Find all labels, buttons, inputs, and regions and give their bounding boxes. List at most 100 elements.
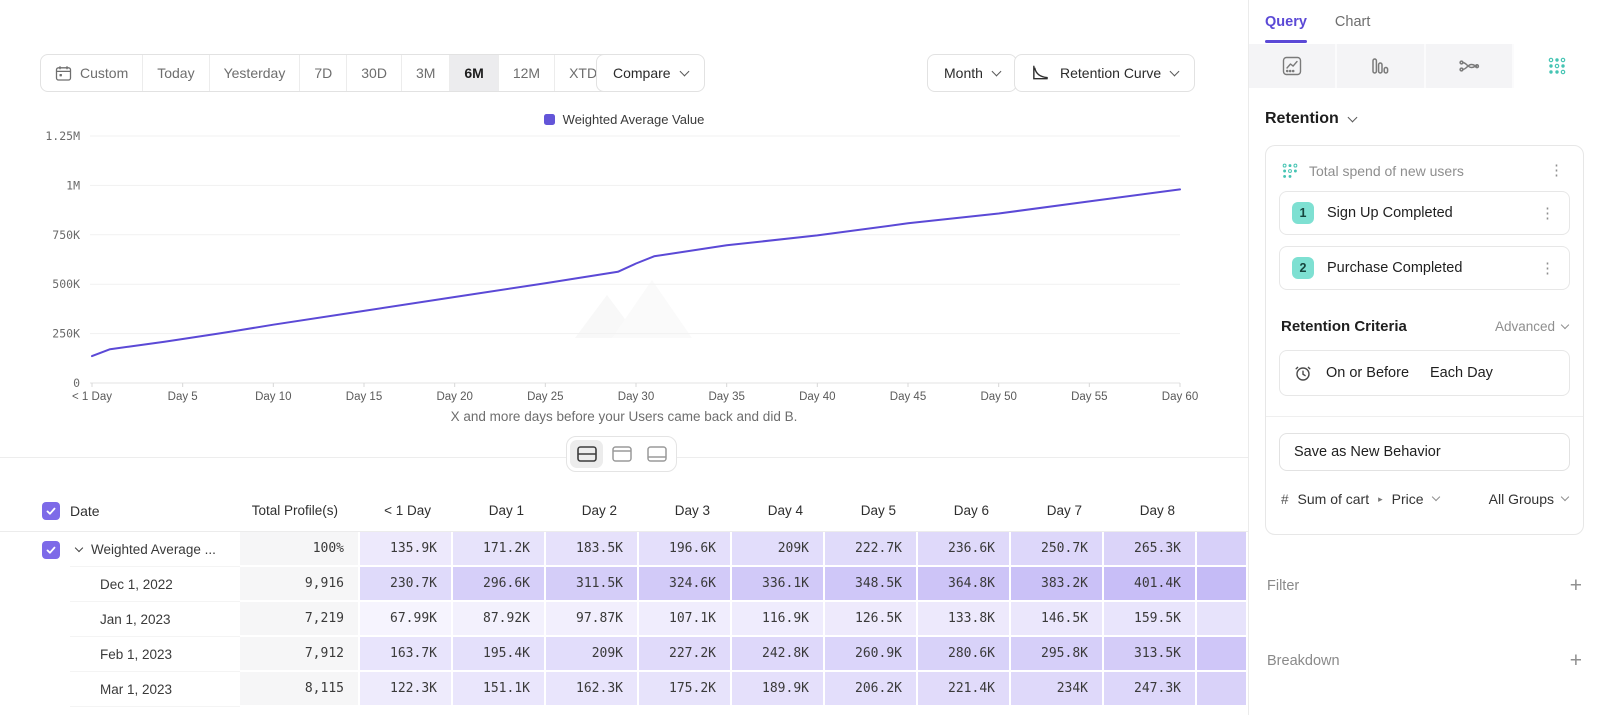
column-header-day-6[interactable]: Day 6 (918, 490, 1011, 531)
retention-value-cell[interactable]: 242.8K (732, 637, 825, 672)
step-sign-up-completed[interactable]: 1 Sign Up Completed ⋮ (1279, 191, 1570, 235)
insights-report-button[interactable] (1249, 44, 1337, 88)
retention-value-cell[interactable]: 250.7K (1011, 532, 1104, 567)
total-profiles-cell[interactable]: 8,115 (240, 672, 360, 707)
retention-value-cell[interactable]: 171.2K (453, 532, 546, 567)
column-header-date[interactable]: Date (70, 490, 240, 531)
chart-legend[interactable]: Weighted Average Value (0, 112, 1248, 127)
column-header-day-5[interactable]: Day 5 (825, 490, 918, 531)
total-profiles-cell[interactable]: 7,219 (240, 602, 360, 637)
step-purchase-completed[interactable]: 2 Purchase Completed ⋮ (1279, 246, 1570, 290)
retention-value-cell[interactable]: 401.4K (1104, 567, 1197, 602)
retention-value-cell[interactable]: 336.1K (732, 567, 825, 602)
range-yesterday[interactable]: Yesterday (210, 55, 301, 91)
measure-property[interactable]: Sum of cart (1298, 491, 1370, 507)
column-header-day-2[interactable]: Day 2 (546, 490, 639, 531)
table-row[interactable]: Weighted Average ...100%135.9K171.2K183.… (0, 532, 1248, 567)
retention-value-cell[interactable]: 163.7K (360, 637, 453, 672)
range-today[interactable]: Today (143, 55, 209, 91)
retention-value-cell[interactable]: 348.5K (825, 567, 918, 602)
row-checkbox[interactable] (42, 541, 60, 559)
row-date-cell[interactable]: Dec 1, 2022 (70, 567, 240, 602)
row-date-cell[interactable]: Feb 1, 2023 (70, 637, 240, 672)
table-row[interactable]: Jan 1, 20237,21967.99K87.92K97.87K107.1K… (0, 602, 1248, 637)
table-view-button[interactable] (640, 440, 673, 468)
row-date-cell[interactable]: Jan 1, 2023 (70, 602, 240, 637)
behavior-menu-icon[interactable]: ⋮ (1545, 161, 1568, 180)
returning-frequency[interactable]: Each Day (1430, 365, 1493, 381)
total-profiles-cell[interactable]: 7,912 (240, 637, 360, 672)
range-12m[interactable]: 12M (499, 55, 555, 91)
range-6m[interactable]: 6M (450, 55, 498, 91)
retention-line-chart[interactable]: 1.25M1M750K500K250K0< 1 DayDay 5Day 10Da… (0, 128, 1248, 406)
retention-value-cell[interactable]: 196.6K (639, 532, 732, 567)
column-header-day-4[interactable]: Day 4 (732, 490, 825, 531)
table-row[interactable]: Dec 1, 20229,916230.7K296.6K311.5K324.6K… (0, 567, 1248, 602)
range-7d[interactable]: 7D (300, 55, 347, 91)
table-row[interactable]: Feb 1, 20237,912163.7K195.4K209K227.2K24… (0, 637, 1248, 672)
retention-value-cell[interactable]: 236.6K (918, 532, 1011, 567)
funnels-report-button[interactable] (1337, 44, 1425, 88)
granularity-dropdown[interactable]: Month (927, 54, 1017, 92)
column-header-day-8[interactable]: Day 8 (1104, 490, 1197, 531)
retention-value-cell-partial[interactable] (1197, 567, 1248, 602)
retention-value-cell[interactable]: 383.2K (1011, 567, 1104, 602)
retention-value-cell[interactable]: 324.6K (639, 567, 732, 602)
add-breakdown-icon[interactable]: + (1570, 650, 1582, 671)
column-header-day-7[interactable]: Day 7 (1011, 490, 1104, 531)
retention-value-cell-partial[interactable] (1197, 672, 1248, 707)
row-date-cell[interactable]: Mar 1, 2023 (70, 672, 240, 707)
total-profiles-cell[interactable]: 9,916 (240, 567, 360, 602)
criteria-mode-dropdown[interactable]: Advanced (1495, 319, 1568, 334)
retention-value-cell[interactable]: 151.1K (453, 672, 546, 707)
row-date-cell[interactable]: Weighted Average ... (70, 532, 240, 567)
retention-value-cell[interactable]: 247.3K (1104, 672, 1197, 707)
retention-value-cell[interactable]: 97.87K (546, 602, 639, 637)
retention-value-cell[interactable]: 175.2K (639, 672, 732, 707)
save-as-new-behavior-button[interactable]: Save as New Behavior (1279, 433, 1570, 471)
report-type-dropdown[interactable]: Retention (1265, 110, 1584, 128)
range-30d[interactable]: 30D (347, 55, 402, 91)
groups-dropdown[interactable]: All Groups (1489, 491, 1568, 507)
column-header-day-1[interactable]: Day 1 (453, 490, 546, 531)
expand-chevron-icon[interactable] (75, 544, 83, 552)
retention-value-cell[interactable]: 221.4K (918, 672, 1011, 707)
total-profiles-cell[interactable]: 100% (240, 532, 360, 567)
retention-value-cell[interactable]: 234K (1011, 672, 1104, 707)
retention-value-cell[interactable]: 209K (546, 637, 639, 672)
retention-value-cell[interactable]: 313.5K (1104, 637, 1197, 672)
retention-value-cell[interactable]: 107.1K (639, 602, 732, 637)
retention-value-cell-partial[interactable] (1197, 637, 1248, 672)
select-all-checkbox[interactable] (42, 502, 60, 520)
retention-value-cell[interactable]: 209K (732, 532, 825, 567)
retention-value-cell-partial[interactable] (1197, 602, 1248, 637)
retention-value-cell-partial[interactable] (1197, 532, 1248, 567)
retention-value-cell[interactable]: 280.6K (918, 637, 1011, 672)
retention-value-cell[interactable]: 364.8K (918, 567, 1011, 602)
retention-value-cell[interactable]: 162.3K (546, 672, 639, 707)
column-header--1-day[interactable]: < 1 Day (360, 490, 453, 531)
chart-view-button[interactable] (605, 440, 638, 468)
tab-chart[interactable]: Chart (1335, 0, 1370, 44)
retention-value-cell[interactable]: 260.9K (825, 637, 918, 672)
retention-value-cell[interactable]: 183.5K (546, 532, 639, 567)
retention-value-cell[interactable]: 133.8K (918, 602, 1011, 637)
split-view-button[interactable] (570, 440, 603, 468)
retention-value-cell[interactable]: 230.7K (360, 567, 453, 602)
compare-button[interactable]: Compare (596, 54, 705, 92)
retention-value-cell[interactable]: 87.92K (453, 602, 546, 637)
tab-query[interactable]: Query (1265, 0, 1307, 44)
column-header-day-3[interactable]: Day 3 (639, 490, 732, 531)
retention-value-cell[interactable]: 146.5K (1011, 602, 1104, 637)
retention-value-cell[interactable]: 126.5K (825, 602, 918, 637)
retention-report-button[interactable] (1514, 44, 1600, 88)
retention-value-cell[interactable]: 116.9K (732, 602, 825, 637)
add-filter-icon[interactable]: + (1570, 575, 1582, 596)
chart-style-dropdown[interactable]: Retention Curve (1014, 54, 1195, 92)
range-3m[interactable]: 3M (402, 55, 450, 91)
flows-report-button[interactable] (1426, 44, 1514, 88)
column-header-total-profile-s-[interactable]: Total Profile(s) (240, 490, 360, 531)
retention-value-cell[interactable]: 206.2K (825, 672, 918, 707)
retention-value-cell[interactable]: 296.6K (453, 567, 546, 602)
retention-value-cell[interactable]: 311.5K (546, 567, 639, 602)
